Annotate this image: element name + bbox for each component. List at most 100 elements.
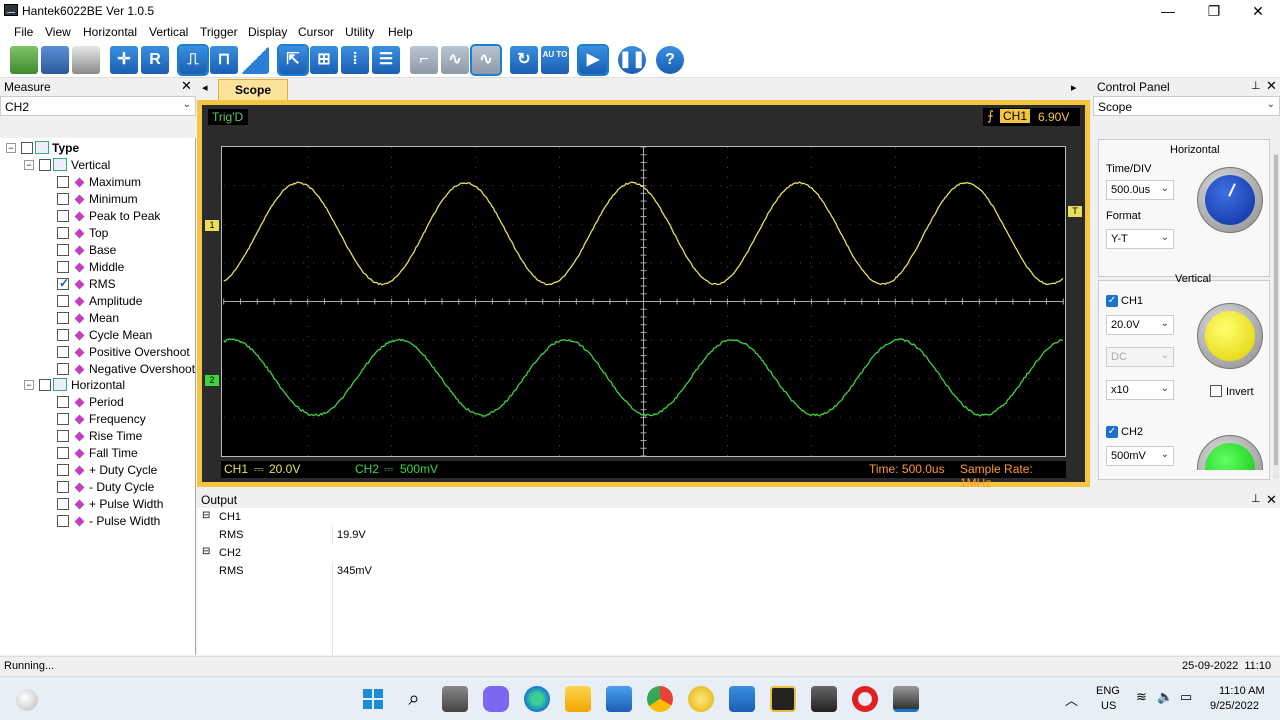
grid-icon[interactable]: ⊞ [310, 46, 338, 74]
wave-gray-icon[interactable]: ∿ [441, 46, 469, 74]
menu-vertical[interactable]: Vertical [149, 25, 188, 39]
collapse-icon[interactable]: ⊟ [202, 546, 210, 557]
control-mode-select[interactable]: Scope ⌄ [1093, 96, 1280, 116]
tree-item-mean[interactable]: Mean [0, 310, 196, 327]
tree-item-amplitude[interactable]: Amplitude [0, 293, 196, 310]
tree-item-cycle-mean[interactable]: Cycle Mean [0, 327, 196, 344]
close-button[interactable]: ✕ [1235, 0, 1280, 22]
cursor-select-icon[interactable]: ⇱ [279, 46, 307, 74]
maximize-button[interactable]: ❐ [1191, 0, 1237, 22]
store-icon[interactable] [606, 686, 632, 712]
timediv-select[interactable]: 500.0us ⌄ [1106, 180, 1174, 200]
paint-icon[interactable] [688, 686, 714, 712]
edge-icon[interactable] [524, 686, 550, 712]
tree-item-top[interactable]: Top [0, 225, 196, 242]
measure-checkbox[interactable] [57, 430, 69, 442]
measure-checkbox[interactable] [57, 261, 69, 273]
ch1-probe-select[interactable]: x10 ⌄ [1106, 380, 1174, 400]
hantek-app-icon[interactable] [893, 686, 919, 712]
wifi-icon[interactable]: ≋ [1136, 689, 1147, 705]
measure-checkbox[interactable] [57, 346, 69, 358]
menu-trigger[interactable]: Trigger [200, 25, 238, 39]
collapse-icon[interactable]: − [6, 143, 16, 153]
opera-icon[interactable] [852, 686, 878, 712]
windows-start-icon[interactable] [360, 686, 386, 712]
print-icon[interactable] [72, 46, 100, 74]
tab-scroll-left-icon[interactable]: ◂ [202, 81, 208, 94]
auto-icon[interactable]: AU TO [541, 46, 569, 74]
volume-icon[interactable]: 🔈 [1157, 689, 1173, 705]
measure-checkbox[interactable] [57, 413, 69, 425]
wave-gray-selected-icon[interactable]: ∿ [472, 46, 500, 74]
tree-horizontal-row[interactable]: − Horizontal [0, 377, 196, 394]
menu-utility[interactable]: Utility [345, 25, 374, 39]
horizontal-cursor-icon[interactable]: ☰ [372, 46, 400, 74]
minimize-button[interactable]: — [1145, 0, 1191, 22]
measure-checkbox[interactable] [57, 295, 69, 307]
tree-item-minimum[interactable]: Minimum [0, 191, 196, 208]
ch1-volt-select[interactable]: 20.0V ⌄ [1106, 315, 1174, 335]
media-icon[interactable] [770, 686, 796, 712]
tree-item-fall-time[interactable]: Fall Time [0, 445, 196, 462]
clock-date[interactable]: 9/25/2022 [1210, 700, 1259, 712]
collapse-icon[interactable]: ⊟ [202, 510, 210, 521]
tree-root-checkbox[interactable] [21, 142, 33, 154]
chat-icon[interactable] [483, 686, 509, 712]
menu-cursor[interactable]: Cursor [298, 25, 334, 39]
ch2-ground-marker[interactable]: 2 [205, 375, 219, 386]
tree-item-base[interactable]: Base [0, 242, 196, 259]
mail-icon[interactable] [729, 686, 755, 712]
ch2-enable-checkbox[interactable]: ✓ [1106, 426, 1118, 438]
language-primary[interactable]: ENG [1096, 685, 1120, 697]
tree-item-maximum[interactable]: Maximum [0, 174, 196, 191]
measure-checkbox[interactable] [57, 278, 69, 290]
tree-item-frequency[interactable]: Frequency [0, 411, 196, 428]
open-icon[interactable] [10, 46, 38, 74]
output-close-icon[interactable]: ✕ [1266, 492, 1277, 508]
measure-channel-select[interactable]: CH2 ⌄ [0, 96, 196, 116]
run-icon[interactable]: ▶ [579, 46, 607, 74]
measure-checkbox[interactable] [57, 396, 69, 408]
measure-checkbox[interactable] [57, 481, 69, 493]
tree-vertical-checkbox[interactable] [39, 159, 51, 171]
measure-checkbox[interactable] [57, 312, 69, 324]
tree-horizontal-checkbox[interactable] [39, 379, 51, 391]
timebase-knob[interactable] [1197, 167, 1263, 233]
task-view-icon[interactable] [442, 686, 468, 712]
output-group-ch1[interactable]: ⊟ CH1 [197, 508, 1280, 526]
tree-item-positive-overshoot[interactable]: Positive Overshoot [0, 344, 196, 361]
menu-file[interactable]: File [14, 25, 33, 39]
language-secondary[interactable]: US [1101, 700, 1116, 712]
control-panel-scrollbar[interactable] [1273, 153, 1279, 479]
tab-scroll-right-icon[interactable]: ▸ [1071, 81, 1077, 94]
trigger-level-marker[interactable]: T [1068, 206, 1082, 217]
menu-horizontal[interactable]: Horizontal [83, 25, 137, 39]
ch2-volt-select[interactable]: 500mV ⌄ [1106, 446, 1174, 466]
ramp-icon[interactable] [241, 46, 269, 74]
menu-display[interactable]: Display [248, 25, 287, 39]
scope-screen[interactable] [221, 146, 1066, 457]
tree-item-pulse-width[interactable]: + Pulse Width [0, 496, 196, 513]
save-icon[interactable] [41, 46, 69, 74]
tree-item-period[interactable]: Period [0, 394, 196, 411]
collapse-icon[interactable]: − [24, 380, 34, 390]
tree-vertical-row[interactable]: − Vertical [0, 157, 196, 174]
refresh-icon[interactable]: ↻ [510, 46, 538, 74]
tree-item-pulse-width[interactable]: - Pulse Width [0, 513, 196, 530]
pulse-icon[interactable]: ⊓ [210, 46, 238, 74]
tree-item-rms[interactable]: RMS [0, 276, 196, 293]
ch2-volt-knob[interactable] [1197, 435, 1263, 470]
square-wave-icon[interactable]: ⎍ [179, 46, 207, 74]
autoset-icon[interactable]: ✛ [110, 46, 138, 74]
tree-item-middle[interactable]: Middle [0, 259, 196, 276]
output-group-ch2[interactable]: ⊟ CH2 [197, 544, 1280, 562]
measure-checkbox[interactable] [57, 176, 69, 188]
pin-icon[interactable]: ⊥ [1251, 79, 1261, 92]
measure-checkbox[interactable] [57, 193, 69, 205]
measure-checkbox[interactable] [57, 464, 69, 476]
tab-scope[interactable]: Scope [218, 79, 288, 100]
measure-checkbox[interactable] [57, 447, 69, 459]
weather-icon[interactable] [16, 689, 38, 711]
measure-checkbox[interactable] [57, 363, 69, 375]
vertical-cursor-icon[interactable]: ⦙ [341, 46, 369, 74]
